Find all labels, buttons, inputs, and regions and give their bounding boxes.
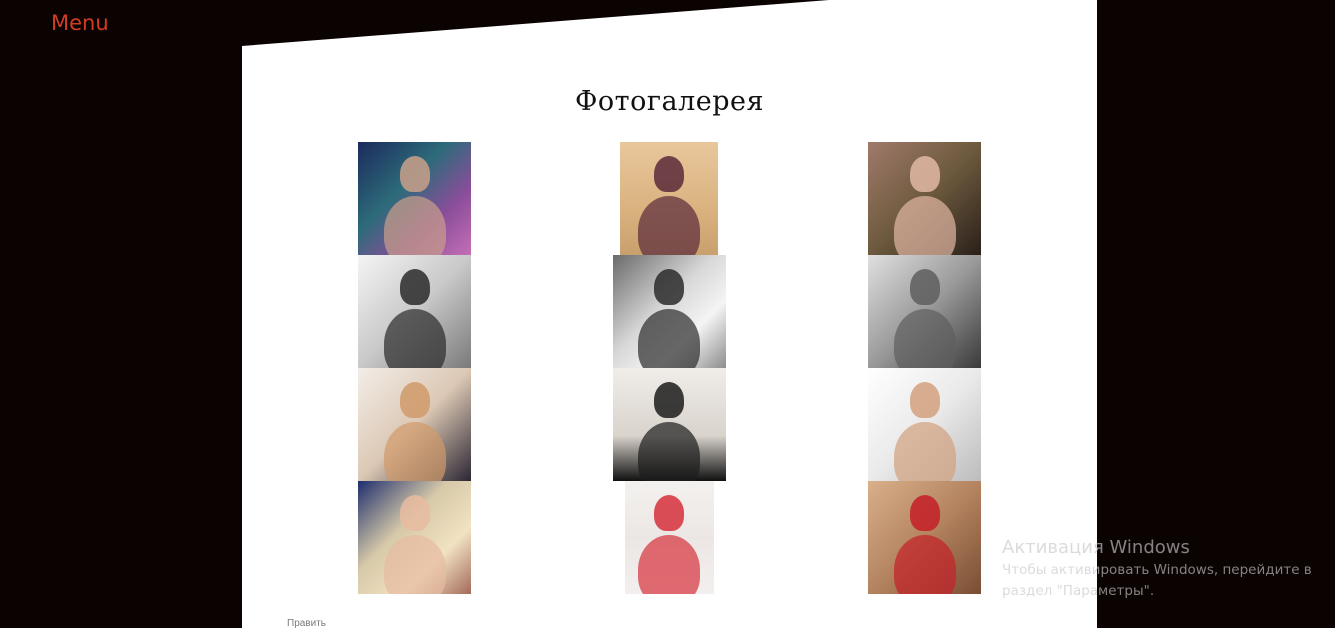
portrait-figure-head: [909, 156, 940, 192]
gallery-cell: [358, 142, 566, 255]
gallery-photo-5[interactable]: [612, 255, 726, 368]
page-title: Фотогалерея: [574, 86, 765, 117]
gallery-photo-4[interactable]: [358, 255, 471, 368]
gallery-cell: [773, 368, 981, 481]
gallery-photo-7[interactable]: [358, 368, 471, 481]
portrait-figure-body: [383, 422, 446, 481]
gallery-cell: [773, 481, 981, 594]
portrait-figure-body: [383, 535, 446, 594]
portrait-figure-head: [399, 156, 430, 192]
gallery-cell: [358, 255, 566, 368]
portrait-figure-head: [654, 156, 685, 192]
content-panel: Фотогалерея Править: [242, 0, 1097, 628]
gallery-photo-9[interactable]: [868, 368, 981, 481]
portrait-figure-head: [399, 495, 430, 531]
portrait-figure-body: [638, 535, 701, 594]
portrait-figure-head: [909, 495, 940, 531]
portrait-figure-body: [893, 196, 956, 255]
portrait-figure-body: [893, 535, 956, 594]
gallery-photo-10[interactable]: [358, 481, 471, 594]
activation-subtitle: Чтобы активировать Windows, перейдите в …: [1002, 562, 1312, 599]
portrait-figure-head: [654, 269, 685, 305]
portrait-figure-head: [654, 382, 685, 418]
gallery-photo-12[interactable]: [868, 481, 981, 594]
gallery-cell: [358, 368, 566, 481]
portrait-figure-head: [909, 269, 940, 305]
portrait-figure-head: [909, 382, 940, 418]
portrait-figure-body: [638, 422, 701, 481]
portrait-figure-body: [893, 309, 956, 368]
edit-link[interactable]: Править: [287, 618, 326, 628]
portrait-figure-head: [399, 269, 430, 305]
gallery-cell: [773, 255, 981, 368]
gallery-cell: [566, 368, 774, 481]
portrait-figure-body: [638, 196, 701, 255]
gallery-photo-1[interactable]: [358, 142, 471, 255]
portrait-figure-body: [383, 309, 446, 368]
portrait-figure-head: [654, 495, 685, 531]
gallery-photo-11[interactable]: [624, 481, 714, 594]
gallery-photo-8[interactable]: [612, 368, 726, 481]
gallery-cell: [566, 481, 774, 594]
menu-link[interactable]: Menu: [51, 9, 109, 37]
gallery-cell: [566, 255, 774, 368]
gallery-photo-6[interactable]: [868, 255, 981, 368]
activation-title: Активация Windows: [1002, 537, 1190, 558]
portrait-figure-body: [638, 309, 701, 368]
portrait-figure-body: [893, 422, 956, 481]
gallery-photo-3[interactable]: [868, 142, 981, 255]
page: Menu Фотогалерея Править Активация Windo…: [0, 0, 1335, 628]
gallery-photo-2[interactable]: [620, 142, 719, 255]
photo-gallery: [358, 142, 981, 594]
gallery-cell: [773, 142, 981, 255]
gallery-cell: [358, 481, 566, 594]
gallery-cell: [566, 142, 774, 255]
windows-activation-watermark: Активация Windows Чтобы активировать Win…: [1002, 536, 1312, 602]
portrait-figure-body: [383, 196, 446, 255]
portrait-figure-head: [399, 382, 430, 418]
